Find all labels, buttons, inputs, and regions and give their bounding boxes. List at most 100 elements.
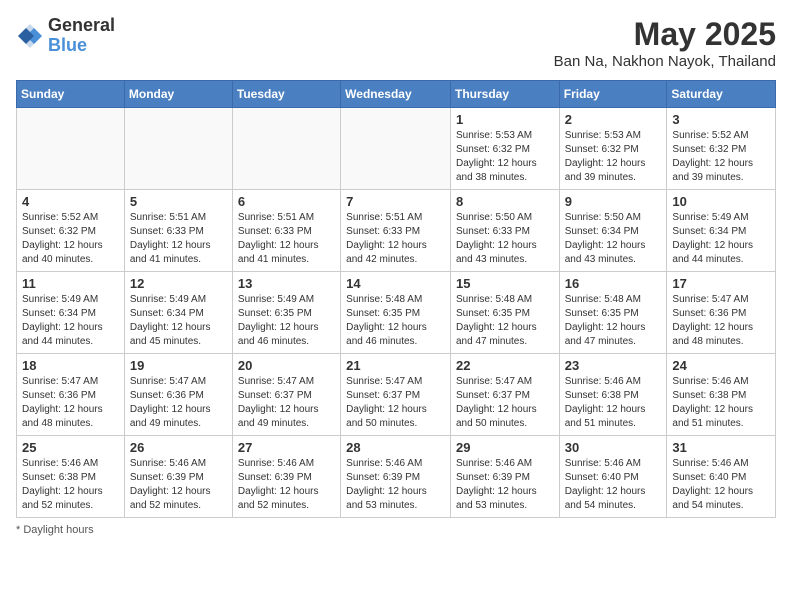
day-number: 31: [672, 440, 770, 455]
logo-blue-text: Blue: [48, 36, 115, 56]
day-number: 29: [456, 440, 554, 455]
calendar-cell: 13 Sunrise: 5:49 AM Sunset: 6:35 PM Dayli…: [232, 272, 340, 354]
day-number: 2: [565, 112, 662, 127]
day-number: 1: [456, 112, 554, 127]
day-number: 24: [672, 358, 770, 373]
day-number: 8: [456, 194, 554, 209]
day-info: Sunrise: 5:49 AM Sunset: 6:34 PM Dayligh…: [672, 211, 770, 267]
day-info: Sunrise: 5:53 AM Sunset: 6:32 PM Dayligh…: [565, 129, 662, 185]
day-info: Sunrise: 5:52 AM Sunset: 6:32 PM Dayligh…: [672, 129, 770, 185]
column-header-saturday: Saturday: [667, 81, 776, 108]
calendar-cell: [341, 108, 451, 190]
day-number: 23: [565, 358, 662, 373]
day-info: Sunrise: 5:46 AM Sunset: 6:40 PM Dayligh…: [672, 457, 770, 513]
day-info: Sunrise: 5:50 AM Sunset: 6:33 PM Dayligh…: [456, 211, 554, 267]
footer-label: Daylight hours: [23, 524, 93, 536]
day-info: Sunrise: 5:47 AM Sunset: 6:37 PM Dayligh…: [346, 375, 445, 431]
column-header-thursday: Thursday: [450, 81, 559, 108]
day-info: Sunrise: 5:51 AM Sunset: 6:33 PM Dayligh…: [130, 211, 227, 267]
calendar-cell: 14Sunrise: 5:48 AM Sunset: 6:35 PM Dayli…: [341, 272, 451, 354]
day-number: 9: [565, 194, 662, 209]
day-number: 19: [130, 358, 227, 373]
location-text: Ban Na, Nakhon Nayok, Thailand: [554, 53, 776, 70]
day-info: Sunrise: 5:47 AM Sunset: 6:37 PM Dayligh…: [238, 375, 335, 431]
page-header: General Blue May 2025 Ban Na, Nakhon Nay…: [16, 16, 776, 70]
week-row-1: 1 Sunrise: 5:53 AM Sunset: 6:32 PM Daylig…: [17, 108, 776, 190]
week-row-4: 18 Sunrise: 5:47 AM Sunset: 6:36 PM Dayli…: [17, 354, 776, 436]
day-info: Sunrise: 5:50 AM Sunset: 6:34 PM Dayligh…: [565, 211, 662, 267]
calendar-cell: 9 Sunrise: 5:50 AM Sunset: 6:34 PM Daylig…: [559, 190, 667, 272]
calendar-cell: 15Sunrise: 5:48 AM Sunset: 6:35 PM Dayli…: [450, 272, 559, 354]
day-info: Sunrise: 5:46 AM Sunset: 6:39 PM Dayligh…: [346, 457, 445, 513]
column-header-friday: Friday: [559, 81, 667, 108]
day-number: 11: [22, 276, 119, 291]
logo-icon: [16, 22, 44, 50]
day-info: Sunrise: 5:49 AM Sunset: 6:34 PM Dayligh…: [22, 293, 119, 349]
day-info: Sunrise: 5:49 AM Sunset: 6:34 PM Dayligh…: [130, 293, 227, 349]
day-number: 17: [672, 276, 770, 291]
calendar-cell: 8 Sunrise: 5:50 AM Sunset: 6:33 PM Daylig…: [450, 190, 559, 272]
day-number: 6: [238, 194, 335, 209]
day-number: 22: [456, 358, 554, 373]
day-info: Sunrise: 5:47 AM Sunset: 6:37 PM Dayligh…: [456, 375, 554, 431]
calendar-cell: 27 Sunrise: 5:46 AM Sunset: 6:39 PM Dayli…: [232, 436, 340, 518]
day-info: Sunrise: 5:48 AM Sunset: 6:35 PM Dayligh…: [565, 293, 662, 349]
calendar-cell: 4Sunrise: 5:52 AM Sunset: 6:32 PM Daylig…: [17, 190, 125, 272]
logo-general-text: General: [48, 16, 115, 36]
day-info: Sunrise: 5:49 AM Sunset: 6:35 PM Dayligh…: [238, 293, 335, 349]
day-number: 26: [130, 440, 227, 455]
day-number: 27: [238, 440, 335, 455]
calendar-cell: 20 Sunrise: 5:47 AM Sunset: 6:37 PM Dayli…: [232, 354, 340, 436]
day-number: 15: [456, 276, 554, 291]
day-number: 20: [238, 358, 335, 373]
day-info: Sunrise: 5:46 AM Sunset: 6:38 PM Dayligh…: [565, 375, 662, 431]
column-header-sunday: Sunday: [17, 81, 125, 108]
day-number: 16: [565, 276, 662, 291]
calendar-cell: 31 Sunrise: 5:46 AM Sunset: 6:40 PM Dayli…: [667, 436, 776, 518]
column-header-wednesday: Wednesday: [341, 81, 451, 108]
month-title: May 2025: [554, 16, 776, 53]
day-number: 4: [22, 194, 119, 209]
calendar-cell: 12Sunrise: 5:49 AM Sunset: 6:34 PM Dayli…: [124, 272, 232, 354]
calendar-cell: 28 Sunrise: 5:46 AM Sunset: 6:39 PM Dayli…: [341, 436, 451, 518]
day-info: Sunrise: 5:53 AM Sunset: 6:32 PM Dayligh…: [456, 129, 554, 185]
calendar-table: SundayMondayTuesdayWednesdayThursdayFrid…: [16, 80, 776, 518]
day-info: Sunrise: 5:46 AM Sunset: 6:38 PM Dayligh…: [22, 457, 119, 513]
day-info: Sunrise: 5:48 AM Sunset: 6:35 PM Dayligh…: [346, 293, 445, 349]
calendar-cell: [124, 108, 232, 190]
week-row-2: 4Sunrise: 5:52 AM Sunset: 6:32 PM Daylig…: [17, 190, 776, 272]
day-info: Sunrise: 5:46 AM Sunset: 6:39 PM Dayligh…: [130, 457, 227, 513]
day-number: 28: [346, 440, 445, 455]
calendar-cell: 22 Sunrise: 5:47 AM Sunset: 6:37 PM Dayli…: [450, 354, 559, 436]
day-info: Sunrise: 5:46 AM Sunset: 6:38 PM Dayligh…: [672, 375, 770, 431]
calendar-cell: 23 Sunrise: 5:46 AM Sunset: 6:38 PM Dayli…: [559, 354, 667, 436]
day-number: 30: [565, 440, 662, 455]
column-header-monday: Monday: [124, 81, 232, 108]
day-info: Sunrise: 5:47 AM Sunset: 6:36 PM Dayligh…: [22, 375, 119, 431]
calendar-cell: 18 Sunrise: 5:47 AM Sunset: 6:36 PM Dayli…: [17, 354, 125, 436]
week-row-5: 25Sunrise: 5:46 AM Sunset: 6:38 PM Dayli…: [17, 436, 776, 518]
calendar-cell: 3 Sunrise: 5:52 AM Sunset: 6:32 PM Daylig…: [667, 108, 776, 190]
day-info: Sunrise: 5:47 AM Sunset: 6:36 PM Dayligh…: [130, 375, 227, 431]
logo-text: General Blue: [48, 16, 115, 56]
calendar-cell: 26 Sunrise: 5:46 AM Sunset: 6:39 PM Dayli…: [124, 436, 232, 518]
calendar-cell: [17, 108, 125, 190]
day-info: Sunrise: 5:51 AM Sunset: 6:33 PM Dayligh…: [238, 211, 335, 267]
day-number: 18: [22, 358, 119, 373]
calendar-cell: 7Sunrise: 5:51 AM Sunset: 6:33 PM Daylig…: [341, 190, 451, 272]
footer-note: * Daylight hours: [16, 524, 776, 536]
calendar-cell: 30 Sunrise: 5:46 AM Sunset: 6:40 PM Dayli…: [559, 436, 667, 518]
calendar-cell: 25Sunrise: 5:46 AM Sunset: 6:38 PM Dayli…: [17, 436, 125, 518]
day-info: Sunrise: 5:46 AM Sunset: 6:40 PM Dayligh…: [565, 457, 662, 513]
day-number: 7: [346, 194, 445, 209]
calendar-cell: [232, 108, 340, 190]
day-number: 3: [672, 112, 770, 127]
day-number: 13: [238, 276, 335, 291]
title-section: May 2025 Ban Na, Nakhon Nayok, Thailand: [554, 16, 776, 70]
day-number: 5: [130, 194, 227, 209]
week-row-3: 11 Sunrise: 5:49 AM Sunset: 6:34 PM Dayli…: [17, 272, 776, 354]
day-info: Sunrise: 5:46 AM Sunset: 6:39 PM Dayligh…: [238, 457, 335, 513]
header-row: SundayMondayTuesdayWednesdayThursdayFrid…: [17, 81, 776, 108]
calendar-cell: 10 Sunrise: 5:49 AM Sunset: 6:34 PM Dayli…: [667, 190, 776, 272]
day-number: 10: [672, 194, 770, 209]
